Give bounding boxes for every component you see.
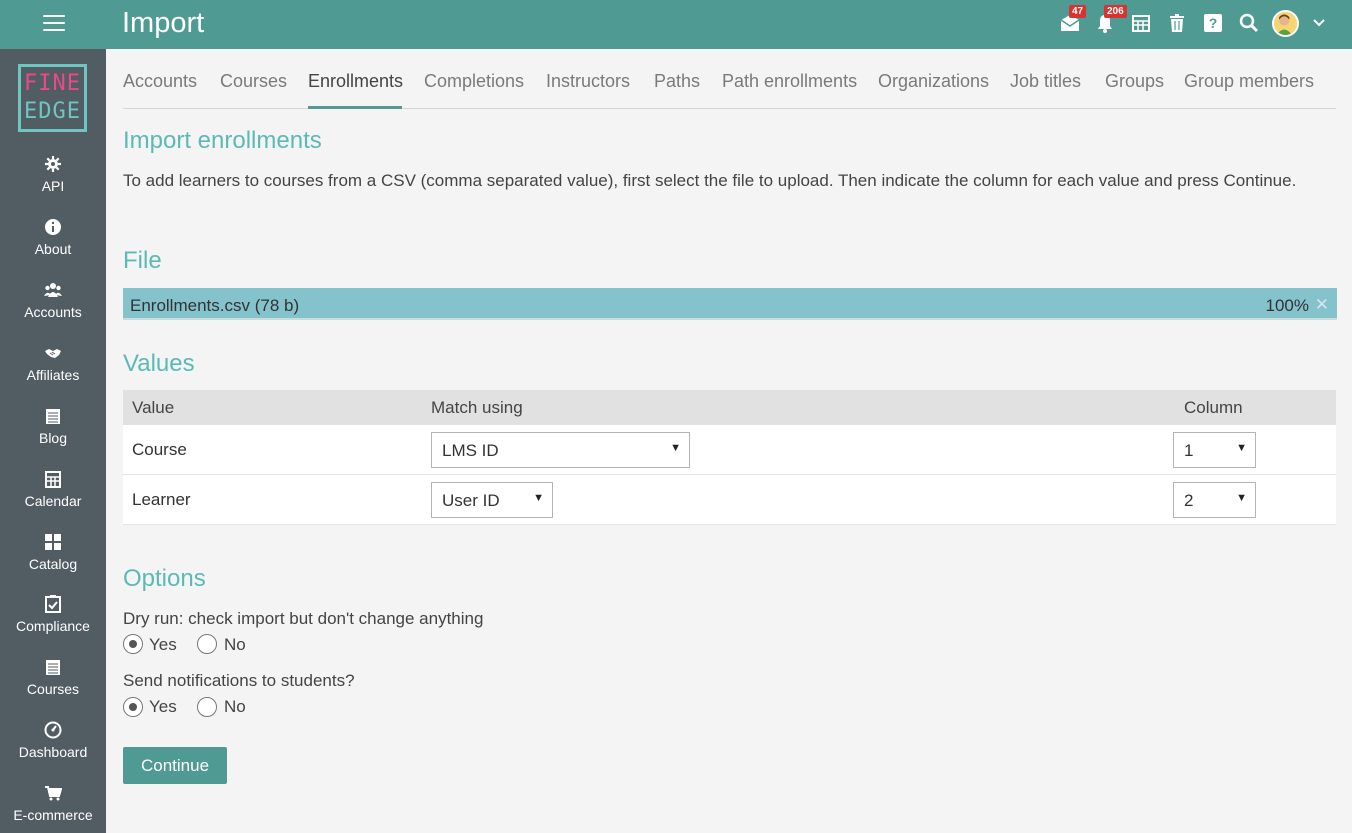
continue-button[interactable]: Continue — [123, 747, 227, 784]
table-row: Learner User ID ▼ 2 ▼ — [123, 475, 1336, 525]
uploaded-file-bar: Enrollments.csv (78 b) 100% ✕ — [123, 288, 1337, 320]
menu-icon[interactable] — [43, 15, 65, 33]
trash-icon[interactable] — [1166, 12, 1188, 34]
section-heading-options: Options — [123, 565, 206, 592]
fine-edge-logo[interactable]: FINE EDGE — [18, 64, 87, 132]
upload-progress: 100% — [1265, 296, 1309, 315]
notifications-count-badge: 206 — [1104, 5, 1127, 18]
dashboard-icon — [44, 721, 62, 739]
column-header-column: Column — [1184, 398, 1243, 417]
sidebar-item-accounts[interactable]: Accounts — [0, 281, 106, 337]
blog-icon — [44, 407, 62, 425]
handshake-icon — [44, 344, 62, 362]
dry-run-yes-radio[interactable] — [123, 634, 143, 654]
clipboard-check-icon — [44, 595, 62, 613]
cart-icon — [44, 784, 63, 802]
bell-icon[interactable]: 206 — [1094, 5, 1127, 34]
tab-accounts[interactable]: Accounts — [123, 71, 197, 92]
notify-yes-label[interactable]: Yes — [149, 697, 177, 717]
mail-icon[interactable]: 47 — [1059, 5, 1087, 34]
dry-run-no-radio[interactable] — [197, 634, 217, 654]
grid-icon — [44, 533, 62, 551]
sidebar-item-dashboard[interactable]: Dashboard — [0, 721, 106, 777]
section-heading-file: File — [123, 247, 162, 274]
mail-count-badge: 47 — [1069, 5, 1087, 18]
import-tabs: Accounts Courses Enrollments Completions… — [123, 62, 1336, 109]
active-tab-indicator — [308, 106, 402, 109]
notify-no-radio[interactable] — [197, 697, 217, 717]
sidebar-item-api[interactable]: API — [0, 155, 106, 211]
calendar-icon — [44, 470, 62, 488]
course-match-select[interactable]: LMS ID ▼ — [431, 432, 690, 468]
sidebar-item-about[interactable]: About — [0, 218, 106, 274]
notify-no-label[interactable]: No — [224, 697, 246, 717]
tab-completions[interactable]: Completions — [424, 71, 524, 92]
tab-instructors[interactable]: Instructors — [546, 71, 630, 92]
sidebar-item-compliance[interactable]: Compliance — [0, 595, 106, 651]
dry-run-yes-label[interactable]: Yes — [149, 635, 177, 655]
table-header: Value Match using Column — [123, 390, 1336, 425]
tab-groups[interactable]: Groups — [1105, 71, 1164, 92]
tab-organizations[interactable]: Organizations — [878, 71, 989, 92]
calendar-icon[interactable] — [1130, 12, 1152, 34]
section-heading-values: Values — [123, 350, 195, 377]
tab-courses[interactable]: Courses — [220, 71, 287, 92]
sidebar-item-blog[interactable]: Blog — [0, 407, 106, 463]
tab-path-enrollments[interactable]: Path enrollments — [722, 71, 857, 92]
file-name: Enrollments.csv (78 b) — [130, 296, 300, 315]
course-column-select[interactable]: 1 ▼ — [1173, 432, 1256, 468]
dry-run-label: Dry run: check import but don't change a… — [123, 609, 484, 628]
sidebar-item-courses[interactable]: Courses — [0, 658, 106, 714]
column-header-value: Value — [132, 398, 175, 417]
top-bar: Import 47 206 ? — [0, 0, 1352, 49]
row-value-label: Learner — [132, 490, 191, 509]
notifications-label: Send notifications to students? — [123, 671, 355, 690]
column-header-match: Match using — [431, 398, 523, 417]
avatar[interactable] — [1272, 10, 1299, 37]
import-description: To add learners to courses from a CSV (c… — [123, 171, 1297, 190]
tab-enrollments[interactable]: Enrollments — [308, 71, 403, 92]
sidebar-item-e-commerce[interactable]: E-commerce — [0, 784, 106, 833]
table-row: Course LMS ID ▼ 1 ▼ — [123, 425, 1336, 475]
values-table: Value Match using Column Course LMS ID ▼ … — [123, 390, 1336, 525]
learner-column-select[interactable]: 2 ▼ — [1173, 482, 1256, 518]
tab-paths[interactable]: Paths — [654, 71, 700, 92]
gear-icon — [44, 155, 62, 173]
remove-file-icon[interactable]: ✕ — [1315, 295, 1329, 315]
help-icon[interactable]: ? — [1202, 12, 1224, 34]
tab-job-titles[interactable]: Job titles — [1010, 71, 1081, 92]
chevron-down-icon[interactable] — [1312, 16, 1326, 30]
tab-group-members[interactable]: Group members — [1184, 71, 1314, 92]
courses-icon — [44, 658, 62, 676]
info-icon — [44, 218, 62, 236]
page-title: Import — [122, 7, 205, 39]
search-icon[interactable] — [1238, 12, 1260, 34]
svg-text:?: ? — [1209, 15, 1218, 31]
sidebar: FINE EDGE API About Accounts Affiliates … — [0, 49, 106, 833]
sidebar-item-calendar[interactable]: Calendar — [0, 470, 106, 526]
sidebar-item-affiliates[interactable]: Affiliates — [0, 344, 106, 400]
dry-run-no-label[interactable]: No — [224, 635, 246, 655]
learner-match-select[interactable]: User ID ▼ — [431, 482, 553, 518]
section-heading-import-enrollments: Import enrollments — [123, 127, 322, 154]
row-value-label: Course — [132, 440, 187, 459]
notify-yes-radio[interactable] — [123, 697, 143, 717]
users-icon — [44, 281, 62, 299]
sidebar-item-catalog[interactable]: Catalog — [0, 533, 106, 589]
